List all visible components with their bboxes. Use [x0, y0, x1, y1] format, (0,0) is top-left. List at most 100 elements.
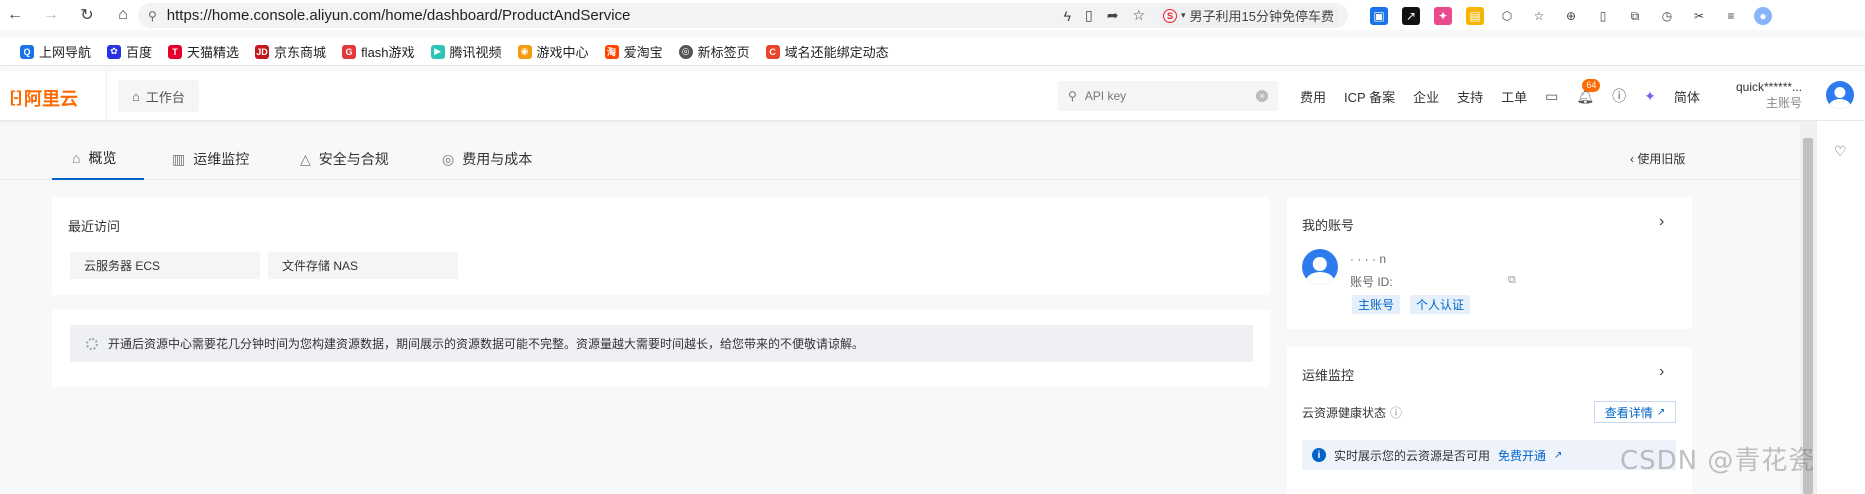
game-center-icon: ◉ — [517, 44, 532, 59]
bookmark-item[interactable]: JD 京东商城 — [255, 42, 326, 61]
new-tab-icon: ◎ — [678, 44, 693, 59]
bookmark-item[interactable]: ◉ 游戏中心 — [517, 42, 589, 61]
divider — [106, 71, 107, 121]
recent-visits-title: 最近访问 — [68, 219, 121, 234]
chart-ext-icon[interactable]: ↗ — [1402, 7, 1420, 25]
aliyun-logo[interactable]: [-] 阿里云 — [10, 85, 78, 111]
star-icon[interactable]: ☆ — [1132, 7, 1145, 24]
home-icon: ⌂ — [72, 150, 81, 166]
tab-ops-monitoring[interactable]: ▥ 运维监控 — [172, 138, 249, 180]
dropdown-icon: ▾ — [1181, 10, 1186, 20]
back-arrow-icon[interactable]: ← — [0, 0, 30, 30]
recent-item-ecs[interactable]: 云服务器 ECS — [70, 252, 260, 279]
nav-support[interactable]: 支持 — [1457, 87, 1483, 106]
chevron-right-icon[interactable]: › — [1659, 363, 1664, 381]
bell-icon[interactable]: 🔔︎ 64 — [1576, 78, 1601, 105]
bar-chart-icon: ▥ — [172, 150, 186, 167]
home-icon[interactable]: ⌂ — [108, 0, 138, 30]
avatar[interactable] — [1826, 81, 1854, 109]
translate-icon[interactable]: ▣ — [1370, 7, 1388, 25]
nav-billing[interactable]: 费用 — [1300, 87, 1326, 106]
bookmark-item[interactable]: 淘爱淘宝 — [604, 42, 663, 61]
reload-icon[interactable]: ↻ — [72, 0, 102, 30]
menu-icon[interactable]: ≡ — [1722, 7, 1740, 25]
resource-notice: 开通后资源中心需要花几分钟时间为您构建资源数据，期间展示的资源数据可能不完整。资… — [70, 325, 1253, 362]
screenshot-icon[interactable]: ⧉ — [1626, 7, 1644, 25]
user-menu[interactable]: quick******... 主账号 — [1736, 79, 1802, 111]
jd-icon: JD — [255, 44, 270, 59]
extension-bar: ▣ ↗ ✦ ▤ ⬡ ☆ ⊕ ▯ ⧉ ◷ ✂ ≡ ● — [1370, 4, 1772, 28]
history-icon[interactable]: ◷ — [1658, 7, 1676, 25]
view-details-button[interactable]: 查看详情 ↗ — [1594, 401, 1676, 423]
aliyun-mark-icon: [-] — [10, 89, 22, 106]
terminal-icon[interactable]: ▭ — [1545, 88, 1558, 105]
tab-security[interactable]: △ 安全与合规 — [300, 138, 389, 180]
workbench-button[interactable]: ⌂ 工作台 — [118, 80, 199, 112]
account-id: 账号 ID: — [1350, 275, 1393, 289]
dashboard-tabs: ⌂ 概览 ▥ 运维监控 △ 安全与合规 ◎ 费用与成本 ‹ 使用旧版 — [0, 138, 1800, 180]
old-version-link[interactable]: ‹ 使用旧版 — [1630, 150, 1685, 167]
folder-ext-icon[interactable]: ▤ — [1466, 7, 1484, 25]
nav-ticket[interactable]: 工单 — [1501, 87, 1527, 106]
chevron-right-icon[interactable]: › — [1659, 213, 1664, 231]
bookmark-item[interactable]: C 域名还能绑定动态 — [765, 42, 889, 61]
favorites-icon[interactable]: ☆ — [1530, 7, 1548, 25]
account-card: 我的账号 › — [1287, 197, 1692, 329]
phone-icon[interactable]: ▯ — [1594, 7, 1612, 25]
clear-icon[interactable]: × — [1256, 90, 1268, 102]
sogou-icon: S — [1163, 8, 1177, 23]
tencent-video-icon: ▶ — [430, 44, 445, 59]
console-topbar: [-] 阿里云 ⌂ 工作台 ⚲ API key × 费用 ICP 备案 企业 支… — [0, 71, 1865, 121]
tag-personal-verified: 个人认证 — [1410, 295, 1471, 314]
language-switch[interactable]: 简体 — [1674, 87, 1700, 106]
puzzle-icon[interactable]: ⬡ — [1498, 7, 1516, 25]
account-avatar — [1302, 249, 1338, 285]
url-text[interactable]: https://home.console.aliyun.com/home/das… — [167, 7, 631, 24]
chevron-left-icon: ‹ — [1630, 152, 1634, 166]
search-input[interactable]: ⚲ API key × — [1058, 81, 1278, 111]
recent-visits-card: 最近访问 云服务器 ECS 文件存储 NAS — [52, 197, 1270, 295]
download-icon[interactable]: ⊕ — [1562, 7, 1580, 25]
home-icon: ⌂ — [132, 88, 140, 104]
free-enable-link[interactable]: 免费开通 — [1498, 447, 1546, 464]
ai-assistant-icon[interactable]: ✦ — [1644, 88, 1656, 105]
tab-cost[interactable]: ◎ 费用与成本 — [442, 138, 532, 180]
user-role: 主账号 — [1766, 96, 1803, 110]
external-link-icon: ↗ — [1656, 406, 1666, 418]
tune-icon[interactable]: ⚲ — [148, 9, 157, 23]
bookmark-item[interactable]: T 天猫精选 — [168, 42, 239, 61]
watermark: CSDN @青花瓷 — [1620, 446, 1816, 476]
address-bar[interactable]: ⚲ https://home.console.aliyun.com/home/d… — [138, 3, 1348, 28]
bookmark-item[interactable]: Gflash游戏 — [342, 42, 415, 61]
external-link-icon: ↗ — [1554, 449, 1563, 461]
tab-overview[interactable]: ⌂ 概览 — [52, 138, 144, 180]
share-icon[interactable]: ➦ — [1107, 7, 1119, 24]
profile-icon[interactable]: ● — [1754, 7, 1772, 25]
recent-item-nas[interactable]: 文件存储 NAS — [268, 252, 458, 279]
hot-search[interactable]: S ▾ 男子利用15分钟免停车费 — [1159, 5, 1338, 26]
tmall-icon: T — [168, 44, 183, 59]
copy-icon[interactable]: ⧉ — [1508, 274, 1516, 287]
bookmark-item[interactable]: ▶ 腾讯视频 — [430, 42, 502, 61]
question-icon[interactable]: ⓘ — [1390, 404, 1402, 421]
forward-arrow-icon[interactable]: → — [36, 0, 66, 30]
lightning-icon[interactable]: ϟ — [1064, 8, 1071, 24]
colorful-ext-icon[interactable]: ✦ — [1434, 7, 1452, 25]
help-icon[interactable]: ⓘ — [1612, 86, 1626, 106]
cost-icon: ◎ — [442, 150, 455, 167]
nav-icp[interactable]: ICP 备案 — [1344, 87, 1395, 106]
top-nav: 费用 ICP 备案 企业 支持 工单 ▭ 🔔︎ 64 ⓘ ✦ 简体 — [1300, 71, 1700, 121]
nav-enterprise[interactable]: 企业 — [1413, 87, 1439, 106]
reader-mode-icon[interactable]: ▯ — [1085, 7, 1093, 24]
bookmark-item[interactable]: ✿ 百度 — [107, 42, 152, 61]
bookmark-item[interactable]: Q 上网导航 — [20, 42, 91, 61]
ops-title: 运维监控 — [1302, 368, 1355, 383]
scissors-icon[interactable]: ✂ — [1690, 7, 1708, 25]
loading-spinner-icon — [86, 337, 98, 350]
heart-pulse-icon[interactable]: ♡ — [1834, 143, 1847, 160]
info-icon: i — [1312, 448, 1326, 462]
bookmarks-bar: Q 上网导航 ✿ 百度 T 天猫精选 JD 京东商城 Gflash游戏 ▶ 腾讯视频 ◉ 游… — [0, 38, 1865, 66]
account-title: 我的账号 — [1302, 218, 1355, 233]
bookmark-item[interactable]: ◎ 新标签页 — [678, 42, 750, 61]
taobao-icon: 淘 — [604, 44, 619, 59]
